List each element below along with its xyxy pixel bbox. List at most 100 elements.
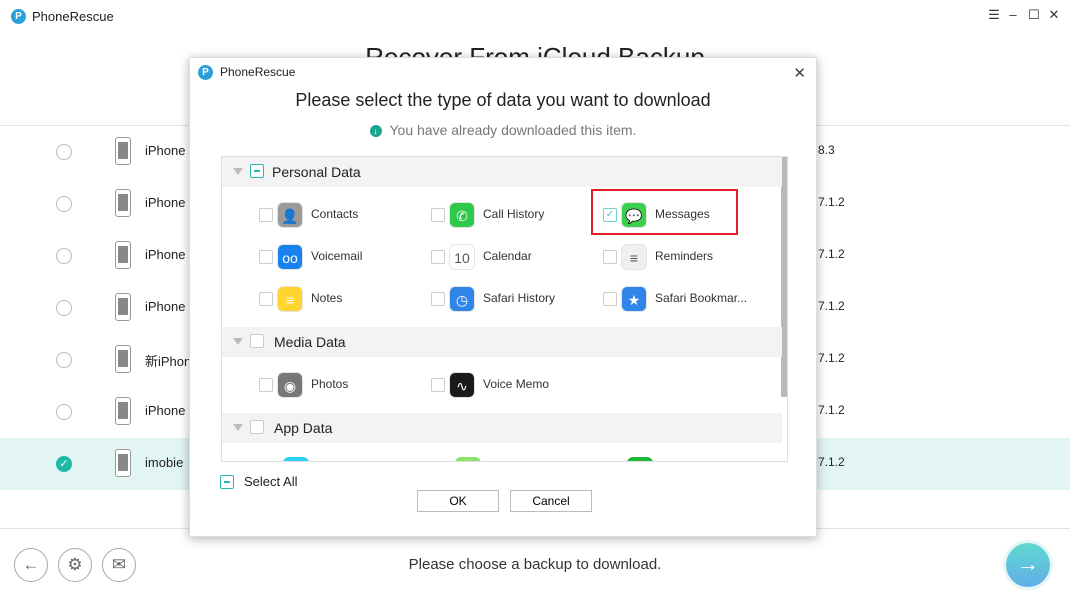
backup-radio[interactable]: [56, 404, 72, 420]
item-checkbox[interactable]: [259, 208, 273, 222]
group-label: App Data: [274, 420, 333, 436]
phone-icon: ✆: [449, 202, 475, 228]
maximize-button[interactable]: ☐: [1026, 7, 1042, 23]
data-type-item[interactable]: ≡ Reminders: [595, 242, 765, 272]
dialog-heading: Please select the type of data you want …: [295, 90, 711, 110]
downloaded-note: ↓ You have already downloaded this item.: [190, 122, 816, 138]
data-type-item[interactable]: ◷ Safari History: [423, 284, 593, 314]
backup-name: iPhone: [145, 403, 186, 418]
data-type-item[interactable]: ≡ Notes: [251, 284, 421, 314]
item-checkbox[interactable]: [259, 250, 273, 264]
voice-memo-icon: ∿: [449, 372, 475, 398]
menu-button[interactable]: ☰: [986, 7, 1002, 23]
camera-icon: ◉: [277, 372, 303, 398]
app-icon: [627, 457, 653, 461]
backup-radio[interactable]: [56, 352, 72, 368]
safari-bookmark-icon: ★: [621, 286, 647, 312]
ios-version: 7.1.2: [818, 299, 845, 313]
ios-version: 7.1.2: [818, 351, 845, 365]
reminders-icon: ≡: [621, 244, 647, 270]
close-button[interactable]: ✕: [1046, 7, 1062, 23]
voicemail-icon: oo: [277, 244, 303, 270]
data-type-item[interactable]: 10 Calendar: [423, 242, 593, 272]
dialog-close-button[interactable]: ✕: [793, 64, 806, 82]
app-icon: [283, 457, 309, 461]
data-type-item[interactable]: ◉ Photos: [251, 370, 421, 400]
item-label: Voicemail: [311, 249, 363, 263]
iphone-icon: [115, 137, 131, 165]
backup-radio[interactable]: [56, 196, 72, 212]
select-all-label: Select All: [244, 474, 298, 489]
ios-version: 7.1.2: [818, 247, 845, 261]
ios-version: 8.3: [818, 143, 835, 157]
contacts-icon: 👤: [277, 202, 303, 228]
item-label: Reminders: [655, 249, 714, 263]
backup-radio[interactable]: [56, 144, 72, 160]
messages-highlight-box: [591, 189, 738, 235]
data-type-list: Personal Data 👤 Contacts ✆ Call History ✓…: [221, 156, 788, 462]
item-label: Notes: [311, 291, 343, 305]
iphone-icon: [115, 189, 131, 217]
iphone-icon: [115, 345, 131, 373]
item-label: Safari Bookmar...: [655, 291, 748, 305]
data-type-item[interactable]: ✆ Call History: [423, 200, 593, 230]
group-label: Media Data: [274, 334, 346, 350]
dialog-title: PhoneRescue: [220, 65, 296, 79]
calendar-icon: 10: [449, 244, 475, 270]
dialog-logo-icon: P: [198, 65, 213, 80]
ios-version: 7.1.2: [818, 455, 845, 469]
group-label: Personal Data: [272, 164, 361, 180]
item-checkbox[interactable]: [431, 208, 445, 222]
backup-name: imobie: [145, 455, 184, 470]
backup-name: iPhone: [145, 299, 186, 314]
note-text: You have already downloaded this item.: [389, 122, 637, 138]
backup-radio[interactable]: ✓: [56, 456, 72, 472]
select-all-box[interactable]: [220, 475, 234, 489]
data-type-item[interactable]: ★ Safari Bookmar...: [595, 284, 765, 314]
item-checkbox[interactable]: [259, 378, 273, 392]
iphone-icon: [115, 397, 131, 425]
iphone-icon: [115, 241, 131, 269]
scrollbar[interactable]: [781, 157, 787, 397]
item-checkbox[interactable]: [259, 292, 273, 306]
iphone-icon: [115, 293, 131, 321]
data-type-item[interactable]: ∿ Voice Memo: [423, 370, 593, 400]
group-checkbox[interactable]: [250, 334, 264, 348]
ok-button[interactable]: OK: [417, 490, 499, 512]
data-type-item[interactable]: oo Voicemail: [251, 242, 421, 272]
app-title: PhoneRescue: [32, 9, 114, 24]
item-checkbox[interactable]: [431, 250, 445, 264]
item-checkbox[interactable]: [603, 250, 617, 264]
data-type-item[interactable]: 👤 Contacts: [251, 200, 421, 230]
collapse-triangle-icon[interactable]: [233, 424, 243, 431]
item-checkbox[interactable]: [431, 378, 445, 392]
backup-name: iPhone: [145, 247, 186, 262]
ios-version: 7.1.2: [818, 403, 845, 417]
group-checkbox[interactable]: [250, 164, 264, 178]
title-bar: P PhoneRescue ☰ – ☐ ✕: [0, 0, 1070, 34]
collapse-triangle-icon[interactable]: [233, 338, 243, 345]
item-checkbox[interactable]: [603, 292, 617, 306]
item-label: Calendar: [483, 249, 532, 263]
item-label: Safari History: [483, 291, 556, 305]
item-checkbox[interactable]: [431, 292, 445, 306]
ios-version: 7.1.2: [818, 195, 845, 209]
backup-radio[interactable]: [56, 248, 72, 264]
group-header: Media Data: [222, 327, 782, 357]
status-text: Please choose a backup to download.: [408, 556, 662, 573]
backup-name: iPhone: [145, 195, 186, 210]
select-data-dialog: P PhoneRescue ✕ Please select the type o…: [189, 57, 817, 537]
cancel-button[interactable]: Cancel: [510, 490, 592, 512]
minimize-button[interactable]: –: [1005, 7, 1021, 22]
group-header: App Data: [222, 413, 782, 443]
backup-name: iPhone: [145, 143, 186, 158]
app-logo-icon: P: [11, 9, 26, 24]
item-label: Voice Memo: [483, 377, 550, 391]
collapse-triangle-icon[interactable]: [233, 168, 243, 175]
backup-radio[interactable]: [56, 300, 72, 316]
next-button[interactable]: →: [1006, 543, 1050, 587]
safari-history-icon: ◷: [449, 286, 475, 312]
group-checkbox[interactable]: [250, 420, 264, 434]
app-icon: [455, 457, 481, 461]
iphone-icon: [115, 449, 131, 477]
